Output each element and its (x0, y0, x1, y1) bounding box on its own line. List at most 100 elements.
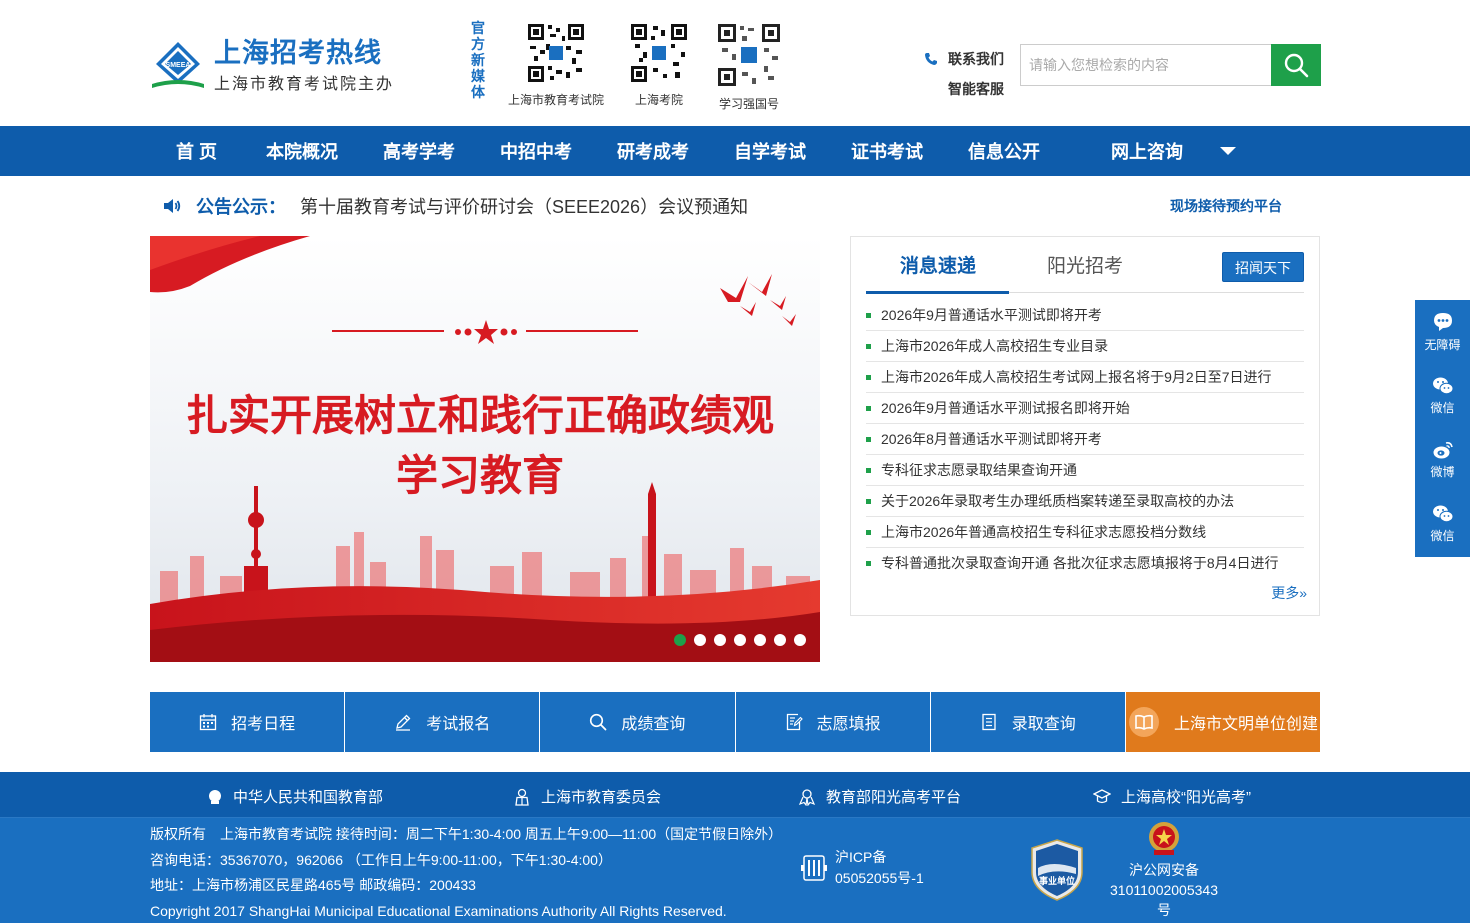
weibo-icon (1432, 440, 1454, 460)
carousel-dot[interactable] (734, 634, 746, 646)
quick-links-bar: 招考日程 考试报名 成绩查询 志愿填报 录取查询 上海市文明单位创建 (150, 692, 1320, 752)
footer-copyright-line: 版权所有 上海市教育考试院 接待时间：周二下午1:30-4:00 周五上午9:0… (150, 822, 782, 848)
quick-civilized-unit[interactable]: 上海市文明单位创建 (1126, 692, 1320, 752)
chat-bubble-icon (1432, 311, 1454, 333)
banner-headline-2: 学习教育 (396, 451, 564, 500)
wechat-icon (1432, 504, 1454, 524)
qr-caption: 上海市教育考试院 (506, 91, 606, 108)
search-box (1020, 44, 1321, 86)
site-title: 上海招考热线 (214, 38, 394, 68)
nav-self-study[interactable]: 自学考试 (734, 138, 806, 164)
nav-info[interactable]: 信息公开 (968, 138, 1040, 164)
document-icon (980, 713, 998, 731)
news-item[interactable]: 2026年8月普通话水平测试即将开考 (866, 424, 1304, 455)
carousel-dot[interactable] (714, 634, 726, 646)
nav-gaokao[interactable]: 高考学考 (383, 138, 455, 164)
icp-record-link[interactable]: 沪ICP备 05052055号-1 (801, 847, 924, 889)
nav-zhongkao[interactable]: 中招中考 (500, 138, 572, 164)
moe-logo-icon (207, 789, 223, 805)
smart-service-label: 智能客服 (948, 74, 1004, 104)
footer-english-copyright: Copyright 2017 ShangHai Municipal Educat… (150, 899, 782, 924)
news-item[interactable]: 上海市2026年成人高校招生考试网上报名将于9月2日至7日进行 (866, 362, 1304, 393)
qr-code-shanghai-exam[interactable]: 上海考院 (619, 22, 699, 108)
search-button[interactable] (1271, 44, 1321, 86)
news-item[interactable]: 上海市2026年普通高校招生专科征求志愿投档分数线 (866, 517, 1304, 548)
news-item[interactable]: 2026年9月普通话水平测试报名即将开始 (866, 393, 1304, 424)
carousel-dot[interactable] (774, 634, 786, 646)
side-wechat-2[interactable]: 微信 (1415, 492, 1470, 556)
news-item[interactable]: 专科征求志愿录取结果查询开通 (866, 455, 1304, 486)
footer-info: 版权所有 上海市教育考试院 接待时间：周二下午1:30-4:00 周五上午9:0… (150, 822, 782, 924)
police-record-link[interactable]: 沪公网安备 31011002005343 号 (1104, 818, 1224, 920)
notice-message[interactable]: 第十届教育考试与评价研讨会（SEEE2026）会议预通知 (300, 193, 748, 219)
quick-registration[interactable]: 考试报名 (345, 692, 540, 752)
banner-image: 扎实开展树立和践行正确政绩观 学习教育 (150, 236, 820, 662)
news-world-button[interactable]: 招闻天下 (1222, 252, 1304, 282)
link-sunshine-gaokao[interactable]: 教育部阳光高考平台 (798, 786, 961, 807)
main-nav: 首 页 本院概况 高考学考 中招中考 研考成考 自学考试 证书考试 信息公开 网… (0, 126, 1470, 176)
main-content: 扎实开展树立和践行正确政绩观 学习教育 (150, 236, 1320, 752)
qr-code-exam-authority[interactable]: 上海市教育考试院 (506, 22, 606, 108)
qr-caption: 上海考院 (619, 91, 699, 108)
quick-label: 志愿填报 (817, 710, 881, 734)
tab-news-express[interactable]: 消息速递 (900, 251, 976, 278)
side-weibo[interactable]: 微博 (1415, 428, 1470, 492)
side-accessibility[interactable]: 无障碍 (1415, 300, 1470, 364)
news-list: 2026年9月普通话水平测试即将开考 上海市2026年成人高校招生专业目录 上海… (866, 300, 1304, 579)
site-footer: 版权所有 上海市教育考试院 接待时间：周二下午1:30-4:00 周五上午9:0… (0, 818, 1470, 923)
nav-about[interactable]: 本院概况 (266, 138, 338, 164)
banner-carousel[interactable]: 扎实开展树立和践行正确政绩观 学习教育 (150, 236, 820, 662)
site-logo[interactable]: SMEEA 上海招考热线 上海市教育考试院主办 (150, 38, 394, 94)
footer-phone-line: 咨询电话：35367070，962066 （工作日上午9:00-11:00，下午… (150, 848, 782, 874)
nav-more-toggle[interactable] (1219, 146, 1237, 156)
nav-yankao[interactable]: 研考成考 (617, 138, 689, 164)
more-news-link[interactable]: 更多» (1271, 583, 1307, 603)
news-item[interactable]: 上海市2026年成人高校招生专业目录 (866, 331, 1304, 362)
badge-text: 事业单位 (1039, 875, 1075, 887)
book-icon (1128, 706, 1160, 738)
form-edit-icon (785, 713, 803, 731)
police-emblem-icon (1146, 818, 1182, 858)
quick-application[interactable]: 志愿填报 (736, 692, 931, 752)
quick-admission-query[interactable]: 录取查询 (931, 692, 1126, 752)
icp-number: 05052055号-1 (835, 868, 924, 889)
public-institution-badge[interactable]: 事业单位 (1030, 838, 1084, 907)
search-input[interactable] (1020, 44, 1271, 86)
education-commission-icon (513, 788, 531, 806)
carousel-dot[interactable] (794, 634, 806, 646)
news-item[interactable]: 2026年9月普通话水平测试即将开考 (866, 300, 1304, 331)
news-item[interactable]: 专科普通批次录取查询开通 各批次征求志愿填报将于8月4日进行 (866, 548, 1304, 579)
contact-block: 联系我们 智能客服 (916, 44, 1004, 104)
link-moe[interactable]: 中华人民共和国教育部 (207, 786, 383, 807)
smart-service-link[interactable]: 智能客服 (916, 74, 1004, 104)
link-shanghai-sunshine[interactable]: 上海高校“阳光高考” (1093, 786, 1251, 807)
contact-us-link[interactable]: 联系我们 (916, 44, 1004, 74)
site-subtitle: 上海市教育考试院主办 (214, 70, 394, 94)
link-label: 上海市教育委员会 (541, 786, 661, 807)
notice-label: 公告公示： (196, 193, 286, 219)
qr-caption: 学习强国号 (709, 95, 789, 112)
search-icon (589, 713, 607, 731)
carousel-dot[interactable] (754, 634, 766, 646)
side-float-menu: 无障碍 微信 微博 微信 (1415, 300, 1470, 557)
side-wechat[interactable]: 微信 (1415, 364, 1470, 428)
link-education-commission[interactable]: 上海市教育委员会 (513, 786, 661, 807)
police-label: 沪公网安备 (1104, 860, 1224, 880)
nav-certificate[interactable]: 证书考试 (851, 138, 923, 164)
appointment-link[interactable]: 现场接待预约平台 (1170, 196, 1282, 216)
quick-label: 上海市文明单位创建 (1174, 710, 1318, 734)
tab-sunshine-exam[interactable]: 阳光招考 (1047, 251, 1123, 278)
quick-score-query[interactable]: 成绩查询 (540, 692, 735, 752)
quick-label: 成绩查询 (621, 710, 685, 734)
nav-home[interactable]: 首 页 (176, 138, 217, 164)
qr-code-icon (716, 22, 782, 88)
side-label: 微博 (1430, 463, 1454, 480)
quick-schedule[interactable]: 招考日程 (150, 692, 345, 752)
news-item[interactable]: 关于2026年录取考生办理纸质档案转递至录取高校的办法 (866, 486, 1304, 517)
qr-code-xuexi[interactable]: 学习强国号 (709, 22, 789, 112)
link-label: 教育部阳光高考平台 (826, 786, 961, 807)
carousel-dot[interactable] (694, 634, 706, 646)
carousel-dot[interactable] (674, 634, 686, 646)
nav-consult[interactable]: 网上咨询 (1111, 138, 1183, 164)
qr-code-icon (629, 22, 689, 84)
